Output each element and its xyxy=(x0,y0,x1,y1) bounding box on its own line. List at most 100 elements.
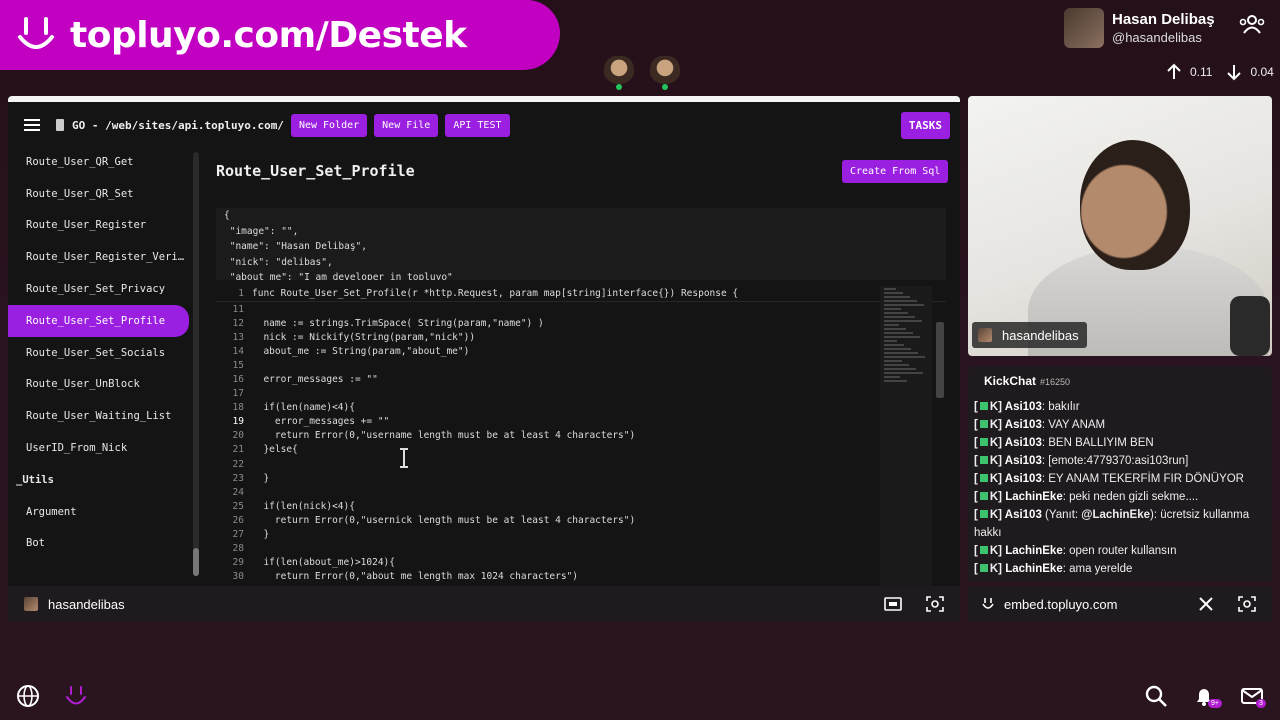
code-line: 24 xyxy=(232,486,244,498)
user-name: Hasan Delibaş xyxy=(1112,11,1215,28)
sidebar-item[interactable]: Route_User_QR_Get xyxy=(8,146,200,178)
code-header-line: 1 func Route_User_Set_Profile(r *http.Re… xyxy=(216,286,946,302)
code-line: 21 }else{ xyxy=(232,444,298,456)
chat-username: Asi103 xyxy=(1004,419,1042,431)
sidebar-group[interactable]: _Utils xyxy=(8,464,200,496)
json-sample-input[interactable]: { "image": "", "name": "Hasan Delibaş", … xyxy=(216,208,946,280)
chat-badge: [K] xyxy=(974,419,1005,431)
code-line: 13 nick := Nickify(String(param,"nick")) xyxy=(232,331,476,343)
page-title: Route_User_Set_Profile xyxy=(216,162,415,180)
arrow-down-icon xyxy=(1227,65,1242,81)
sidebar-scrollbar-thumb[interactable] xyxy=(193,548,199,576)
chat-message[interactable]: [K] Asi103: [emote:4779370:asi103run] xyxy=(974,452,1270,470)
globe-icon[interactable] xyxy=(16,684,40,708)
chat-username: Asi103 xyxy=(1004,455,1042,467)
chat-message[interactable]: [K] Asi103: VAY ANAM xyxy=(974,416,1270,434)
fullscreen-icon[interactable] xyxy=(926,596,944,612)
sidebar-item[interactable]: Route_User_Set_Socials xyxy=(8,337,200,369)
menu-icon[interactable] xyxy=(24,119,40,131)
chat-reply-mention: @LachinEke xyxy=(1081,509,1151,521)
avatar[interactable] xyxy=(1064,8,1104,48)
people-icon[interactable] xyxy=(1238,14,1266,34)
new-folder-button[interactable]: New Folder xyxy=(290,113,368,137)
topluyo-logo-icon xyxy=(18,17,54,49)
banner-text: topluyo.com/Destek xyxy=(70,14,467,56)
code-area[interactable]: 1 func Route_User_Set_Profile(r *http.Re… xyxy=(216,286,946,586)
sidebar-item[interactable]: Route_User_QR_Set xyxy=(8,178,200,210)
webcam-name-tag: hasandelibas xyxy=(972,322,1087,348)
fullscreen-icon[interactable] xyxy=(1238,596,1256,612)
notification-count: 9+ xyxy=(1208,699,1222,708)
chat-text: : open router kullansın xyxy=(1062,545,1177,557)
sidebar-item[interactable]: Route_User_Register xyxy=(8,210,200,242)
chat-username: Asi103 xyxy=(1004,473,1042,485)
chat-badge: [K] xyxy=(974,437,1005,449)
create-from-sql-button[interactable]: Create From Sql xyxy=(842,160,949,183)
viewer-avatar[interactable] xyxy=(604,56,634,90)
text-cursor-icon xyxy=(400,448,408,468)
pip-icon[interactable] xyxy=(884,596,902,612)
download-value: 0.04 xyxy=(1250,65,1274,79)
json-line: "about me": "I am developer in topluyo" xyxy=(224,272,453,280)
chat-messages: [K] Asi103: bakılır[K] Asi103: VAY ANAM[… xyxy=(974,398,1270,578)
chat-text: : EY ANAM TEKERFİM FIR DÖNÜYOR xyxy=(1041,473,1244,485)
json-line: "image": "", xyxy=(224,225,299,237)
chat-username: LachinEke xyxy=(1005,491,1063,503)
viewer-avatar[interactable] xyxy=(650,56,680,90)
chat-username: LachinEke xyxy=(1005,563,1063,575)
code-line: 18 if(len(name)<4){ xyxy=(232,402,355,414)
topluyo-banner: topluyo.com/Destek xyxy=(0,0,560,70)
chat-message[interactable]: [K] LachinEke: ama yerelde xyxy=(974,560,1270,578)
stream-footer-left: hasandelibas xyxy=(8,586,960,622)
chat-title: KickChat #16250 xyxy=(984,374,1071,388)
sidebar-item[interactable]: Route_User_UnBlock xyxy=(8,369,200,401)
code-line: 30 return Error(0,"about me length max 1… xyxy=(232,571,579,583)
code-line: 12 name := strings.TrimSpace( String(par… xyxy=(232,317,544,329)
code-line: 29 if(len(about_me)>1024){ xyxy=(232,557,395,569)
chat-message[interactable]: [K] Asi103 (Yanıt: @LachinEke): ücretsiz… xyxy=(974,506,1270,542)
close-icon[interactable] xyxy=(1198,596,1214,612)
code-scrollbar[interactable] xyxy=(936,322,944,398)
chat-message[interactable]: [K] Asi103: EY ANAM TEKERFİM FIR DÖNÜYOR xyxy=(974,470,1270,488)
new-file-button[interactable]: New File xyxy=(374,113,439,137)
chat-message[interactable]: [K] LachinEke: open router kullansın xyxy=(974,542,1270,560)
chat-message[interactable]: [K] Asi103: BEN BALLIYIM BEN xyxy=(974,434,1270,452)
viewer-avatars xyxy=(604,56,680,90)
chat-username: Asi103 xyxy=(1004,401,1042,413)
chat-username: Asi103 xyxy=(1004,437,1042,449)
code-editor-window: GO - /web/sites/api.topluyo.com/ New Fol… xyxy=(8,96,960,622)
chat-message[interactable]: [K] Asi103: bakılır xyxy=(974,398,1270,416)
chat-text: : BEN BALLIYIM BEN xyxy=(1041,437,1154,449)
avatar xyxy=(24,597,38,611)
json-line: "name": "Hasan Delibaş", xyxy=(224,241,367,252)
chat-badge: [K] xyxy=(974,545,1006,557)
chat-badge: [K] xyxy=(974,491,1006,503)
code-line: 14 about_me := String(param,"about_me") xyxy=(232,345,470,357)
sidebar-scrollbar[interactable] xyxy=(193,152,199,576)
code-line: 16 error_messages := "" xyxy=(232,374,378,386)
chat-panel: KickChat #16250 [K] Asi103: bakılır[K] As… xyxy=(968,366,1272,582)
topluyo-home-icon[interactable] xyxy=(64,684,88,708)
sidebar-item[interactable]: Route_User_Waiting_List xyxy=(8,400,200,432)
sidebar-item[interactable]: Route_User_Set_Privacy xyxy=(8,273,200,305)
chat-badge: [K] xyxy=(974,473,1005,485)
editor-toolbar: GO - /web/sites/api.topluyo.com/ New Fol… xyxy=(8,112,960,139)
sidebar-item[interactable]: Route_User_Register_Veri… xyxy=(8,241,200,273)
code-line: 19 error_messages += "" xyxy=(232,416,390,428)
code-line: 25 if(len(nick)<4){ xyxy=(232,500,355,512)
code-line: 26 return Error(0,"usernick length must … xyxy=(232,514,636,526)
code-minimap[interactable] xyxy=(880,286,932,586)
sidebar-item[interactable]: UserID_From_Nick xyxy=(8,432,200,464)
sidebar-item[interactable]: Argument xyxy=(8,496,200,528)
chat-text: : ama yerelde xyxy=(1062,563,1133,575)
sidebar-item[interactable]: Route_User_Set_Profile xyxy=(8,304,189,337)
sidebar-item[interactable]: Bot xyxy=(8,528,200,560)
mail-count: 3 xyxy=(1256,699,1266,708)
chat-message[interactable]: [K] LachinEke: peki neden gizli sekme...… xyxy=(974,488,1270,506)
code-line: 27 } xyxy=(232,529,270,541)
json-line: { xyxy=(224,210,230,221)
tasks-button[interactable]: TASKS xyxy=(900,112,950,139)
search-icon[interactable] xyxy=(1144,684,1168,708)
api-test-button[interactable]: API TEST xyxy=(445,113,510,137)
chat-text: : [emote:4779370:asi103run] xyxy=(1041,455,1189,467)
